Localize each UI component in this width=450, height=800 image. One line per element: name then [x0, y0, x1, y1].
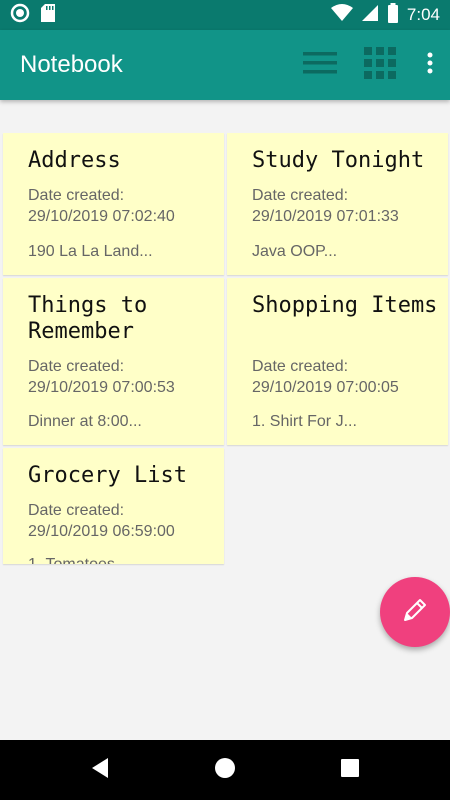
note-date-label: Date created: [28, 502, 125, 519]
note-title: Address [28, 148, 121, 173]
battery-icon [387, 2, 399, 28]
note-preview: Dinner at 8:00... [28, 413, 142, 430]
grid-view-button[interactable] [350, 30, 410, 100]
wifi-icon [330, 3, 353, 27]
app-title: Notebook [20, 51, 123, 78]
note-date: 29/10/2019 07:01:33 [252, 208, 399, 225]
note-preview: 1. Shirt For J... [252, 413, 357, 430]
note-card[interactable]: Grocery List Date created: 29/10/2019 06… [3, 448, 224, 564]
status-time: 7:04 [406, 5, 440, 24]
note-date-label: Date created: [28, 358, 125, 375]
note-card[interactable]: Study Tonight Date created: 29/10/2019 0… [227, 133, 448, 275]
note-date: 29/10/2019 06:59:00 [28, 523, 175, 540]
new-note-button[interactable] [380, 577, 450, 647]
back-button[interactable] [85, 755, 115, 785]
home-circle-icon [214, 757, 236, 784]
signal-icon [361, 4, 379, 27]
notification-icon [10, 3, 30, 28]
list-view-button[interactable] [290, 30, 350, 100]
back-triangle-icon [90, 757, 110, 784]
note-preview: Java OOP... [252, 243, 338, 260]
note-title: Study Tonight [252, 148, 425, 173]
note-date-label: Date created: [28, 187, 125, 204]
note-card[interactable]: Shopping Items Date created: 29/10/2019 … [227, 278, 448, 445]
note-title: Shopping Items [252, 293, 438, 318]
more-vert-icon [427, 52, 433, 79]
app-bar: Notebook [0, 30, 450, 100]
pencil-icon [402, 597, 428, 628]
recents-button[interactable] [335, 755, 365, 785]
note-card[interactable]: Things to Remember Date created: 29/10/2… [3, 278, 224, 445]
sd-card-icon [40, 3, 56, 28]
note-preview: 1. Tomatoes... [28, 556, 128, 564]
note-date-label: Date created: [252, 358, 349, 375]
navigation-bar [0, 740, 450, 800]
note-date-label: Date created: [252, 187, 349, 204]
note-date: 29/10/2019 07:00:05 [252, 379, 399, 396]
note-title: Grocery List [28, 463, 187, 488]
note-date: 29/10/2019 07:02:40 [28, 208, 175, 225]
recents-square-icon [340, 758, 360, 783]
status-bar: 7:04 [0, 0, 450, 30]
note-preview: 190 La La Land... [28, 243, 153, 260]
note-title: Things to Remember [28, 293, 148, 344]
list-view-icon [303, 51, 337, 80]
grid-view-icon [364, 46, 396, 84]
note-date: 29/10/2019 07:00:53 [28, 379, 175, 396]
home-button[interactable] [210, 755, 240, 785]
note-card[interactable]: Address Date created: 29/10/2019 07:02:4… [3, 133, 224, 275]
more-options-button[interactable] [410, 30, 450, 100]
